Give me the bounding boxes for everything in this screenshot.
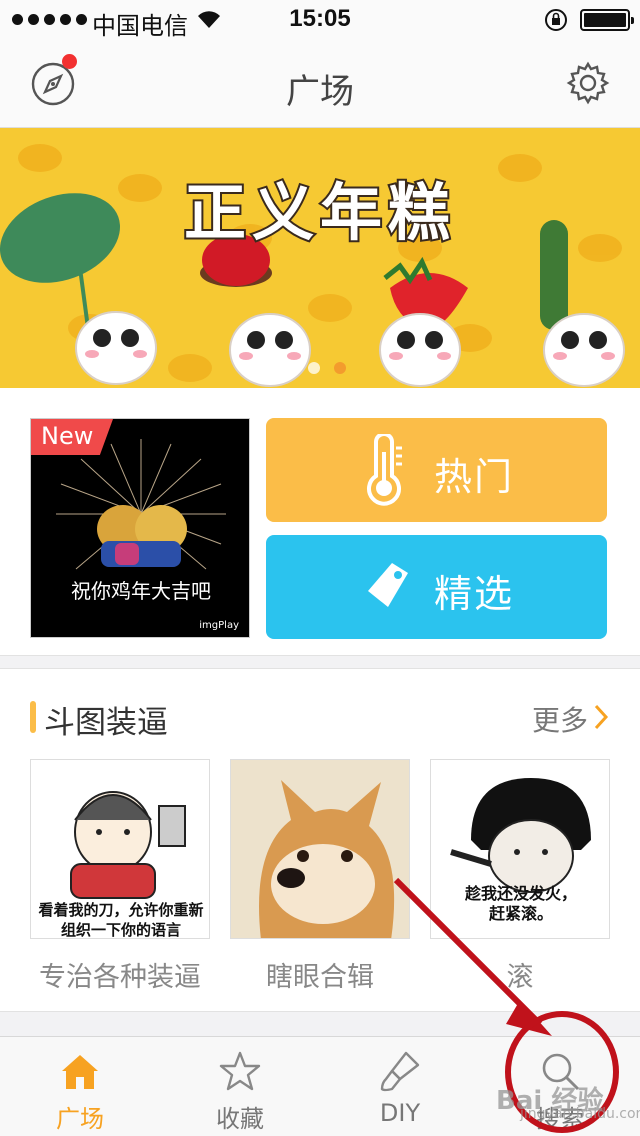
home-icon [62, 1055, 98, 1089]
gear-icon[interactable] [566, 61, 610, 105]
featured-gif-card[interactable]: New 祝你鸡年大吉吧 imgPlay [30, 418, 250, 638]
meme-section: 斗图装逼 更多 看着我的刀，允许你重新 组织一下你的语言 趁我还没发火， 赶紧滚… [0, 668, 640, 1012]
battery-icon [580, 9, 634, 31]
tab-diy[interactable]: DIY [320, 1037, 480, 1136]
thumb-label: 瞎眼合辑 [266, 962, 374, 993]
rotation-lock-icon [545, 9, 567, 31]
meme-thumb-knife[interactable]: 看着我的刀，允许你重新 组织一下你的语言 [30, 759, 210, 939]
hot-button[interactable]: 热门 [266, 418, 607, 522]
tab-favorites[interactable]: 收藏 [160, 1037, 320, 1136]
featured-section: New 祝你鸡年大吉吧 imgPlay 热门 精选 [0, 388, 640, 656]
chevron-right-icon[interactable] [593, 703, 609, 731]
tab-label: DIY [379, 1099, 421, 1127]
thumb-caption: 趁我还没发火， 赶紧滚。 [464, 884, 577, 923]
more-link[interactable]: 更多 [532, 699, 588, 739]
tab-label: 收藏 [216, 1105, 264, 1133]
meme-thumb-go-away[interactable]: 趁我还没发火， 赶紧滚。 [430, 759, 610, 939]
thermometer-icon [367, 434, 402, 506]
featured-picks-button[interactable]: 精选 [266, 535, 607, 639]
baidu-watermark-url: jingyan.baidu.com [520, 1106, 640, 1122]
star-icon [219, 1051, 261, 1091]
thumb-label: 滚 [506, 962, 534, 993]
nav-bar: 广场 [0, 40, 640, 128]
doge-image [231, 760, 409, 938]
page-title: 广场 [286, 72, 354, 112]
gif-caption: 祝你鸡年大吉吧 [71, 579, 211, 603]
banner-title: 正义年糕 [182, 174, 456, 251]
tab-square[interactable]: 广场 [0, 1037, 160, 1136]
thumb-label: 专治各种装逼 [39, 962, 201, 993]
brush-icon [380, 1051, 420, 1092]
pager-dot-active [334, 362, 346, 374]
pager-dot [308, 362, 320, 374]
banner-carousel[interactable]: 正义年糕 [0, 128, 640, 388]
gif-watermark: imgPlay [199, 620, 239, 631]
carousel-pager [282, 362, 346, 374]
thumb-caption: 看着我的刀，允许你重新 组织一下你的语言 [38, 901, 204, 939]
meme-thumb-doge[interactable] [230, 759, 410, 939]
status-bar: 中国电信 15:05 [0, 0, 640, 40]
section-title: 斗图装逼 [44, 705, 168, 741]
pager-dot [282, 362, 294, 374]
featured-picks-label: 精选 [434, 572, 515, 616]
new-badge: New [31, 419, 113, 455]
tag-icon [368, 563, 408, 607]
section-accent-bar [30, 701, 36, 733]
tab-label: 广场 [56, 1105, 104, 1133]
hot-label: 热门 [434, 455, 515, 499]
